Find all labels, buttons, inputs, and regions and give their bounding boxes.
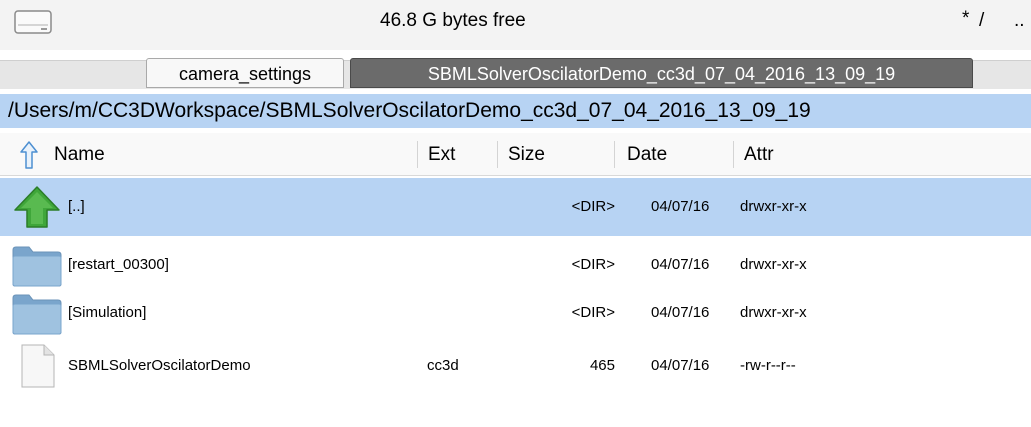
slash-button[interactable]: / xyxy=(979,10,984,32)
file-name: [Simulation] xyxy=(68,304,147,321)
file-size: <DIR> xyxy=(571,198,615,215)
file-date: 04/07/16 xyxy=(651,198,710,215)
folder-icon xyxy=(12,294,62,335)
sort-up-arrow-icon[interactable] xyxy=(20,141,38,169)
column-divider[interactable] xyxy=(497,141,498,168)
file-size: <DIR> xyxy=(571,304,615,321)
column-ext[interactable]: Ext xyxy=(428,133,455,176)
drive-bar: 46.8 G bytes free * / .. xyxy=(0,0,1031,50)
file-attr: drwxr-xr-x xyxy=(740,304,807,321)
free-space-label: 46.8 G bytes free xyxy=(380,10,526,31)
file-attr: drwxr-xr-x xyxy=(740,198,807,215)
file-size: 465 xyxy=(589,357,615,374)
file-row[interactable]: [Simulation] <DIR> 04/07/16 drwxr-xr-x xyxy=(0,284,1031,342)
file-row[interactable]: SBMLSolverOscilatorDemo cc3d 465 04/07/1… xyxy=(0,337,1031,395)
file-row[interactable]: [..] <DIR> 04/07/16 drwxr-xr-x xyxy=(0,178,1031,236)
tab-camera-settings[interactable]: camera_settings xyxy=(146,58,344,88)
root-button[interactable]: * xyxy=(962,8,969,30)
drive-icon[interactable] xyxy=(14,9,52,35)
column-divider[interactable] xyxy=(614,141,615,168)
parent-dir-button[interactable]: .. xyxy=(1014,10,1025,32)
up-arrow-icon xyxy=(14,186,60,228)
column-divider[interactable] xyxy=(733,141,734,168)
tab-current-directory[interactable]: SBMLSolverOscilatorDemo_cc3d_07_04_2016_… xyxy=(350,58,973,88)
file-ext: cc3d xyxy=(427,357,459,374)
column-attr[interactable]: Attr xyxy=(744,133,774,176)
file-name: SBMLSolverOscilatorDemo xyxy=(68,357,251,374)
file-name: [..] xyxy=(68,198,85,215)
file-icon xyxy=(21,344,55,388)
column-name[interactable]: Name xyxy=(54,133,105,176)
file-date: 04/07/16 xyxy=(651,304,710,321)
file-attr: -rw-r--r-- xyxy=(740,357,796,374)
path-bar[interactable]: /Users/m/CC3DWorkspace/SBMLSolverOscilat… xyxy=(0,94,1031,128)
column-divider[interactable] xyxy=(417,141,418,168)
file-date: 04/07/16 xyxy=(651,357,710,374)
folder-icon xyxy=(12,246,62,287)
column-size[interactable]: Size xyxy=(508,133,545,176)
column-header: Name Ext Size Date Attr xyxy=(0,133,1031,176)
column-date[interactable]: Date xyxy=(627,133,667,176)
